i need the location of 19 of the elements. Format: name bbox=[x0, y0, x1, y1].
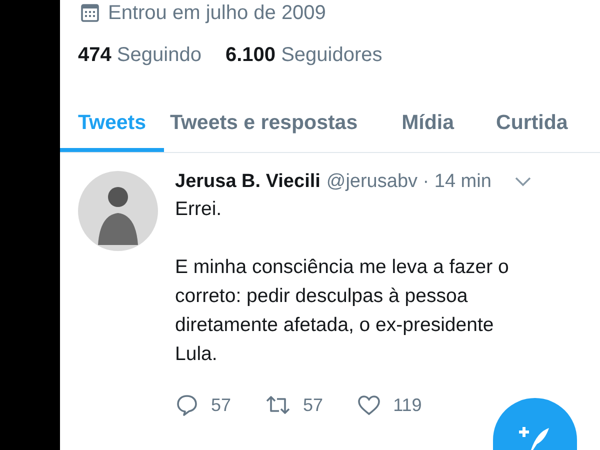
chevron-down-icon[interactable] bbox=[515, 177, 532, 187]
speech-bubble-icon[interactable] bbox=[175, 393, 199, 417]
joined-date: Entrou em julho de 2009 bbox=[108, 2, 326, 24]
like-count: 119 bbox=[393, 394, 422, 416]
profile-tab[interactable]: Tweets bbox=[60, 103, 164, 152]
following-link[interactable]: 474 Seguindo bbox=[78, 44, 202, 67]
retweet-icon[interactable] bbox=[265, 393, 292, 417]
heart-icon[interactable] bbox=[357, 393, 382, 417]
profile-tab[interactable]: Tweets e respostas bbox=[170, 103, 358, 152]
retweet-count: 57 bbox=[303, 394, 324, 416]
compose-button[interactable] bbox=[493, 398, 577, 450]
profile-tab[interactable]: Mídia bbox=[402, 103, 454, 152]
author-name: Jerusa B. Viecili bbox=[175, 171, 320, 193]
tweet-text: Errei. E minha consciência me leva a fazer o correto: pedir desculpas à pessoa diretamente afetada, o ex-presidente Lula. bbox=[175, 197, 510, 367]
calendar-icon bbox=[80, 3, 100, 23]
profile-tab[interactable]: Curtida bbox=[496, 103, 568, 152]
author-handle-time: @jerusabv · 14 min bbox=[326, 171, 492, 193]
followers-link[interactable]: 6.100 Seguidores bbox=[225, 44, 382, 67]
reply-count: 57 bbox=[211, 394, 232, 416]
